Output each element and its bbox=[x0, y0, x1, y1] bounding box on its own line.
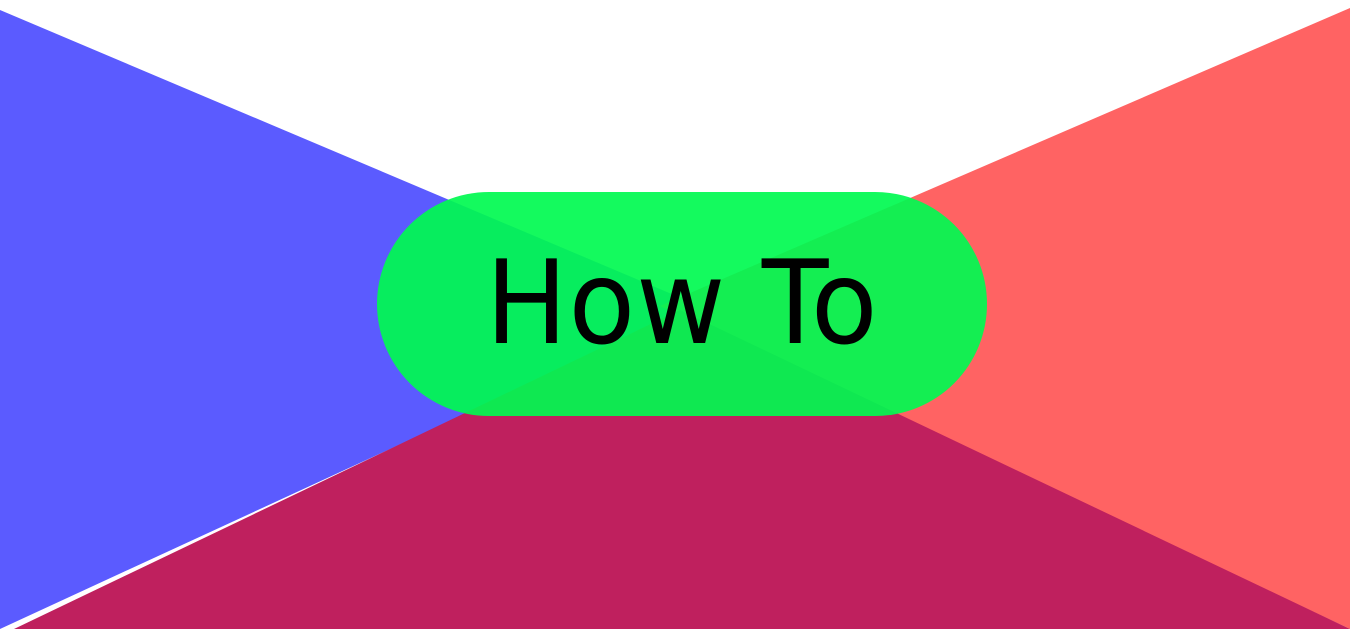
how-to-pill: How To bbox=[377, 192, 987, 416]
how-to-label: How To bbox=[485, 236, 879, 371]
how-to-banner: How To bbox=[0, 0, 1350, 629]
